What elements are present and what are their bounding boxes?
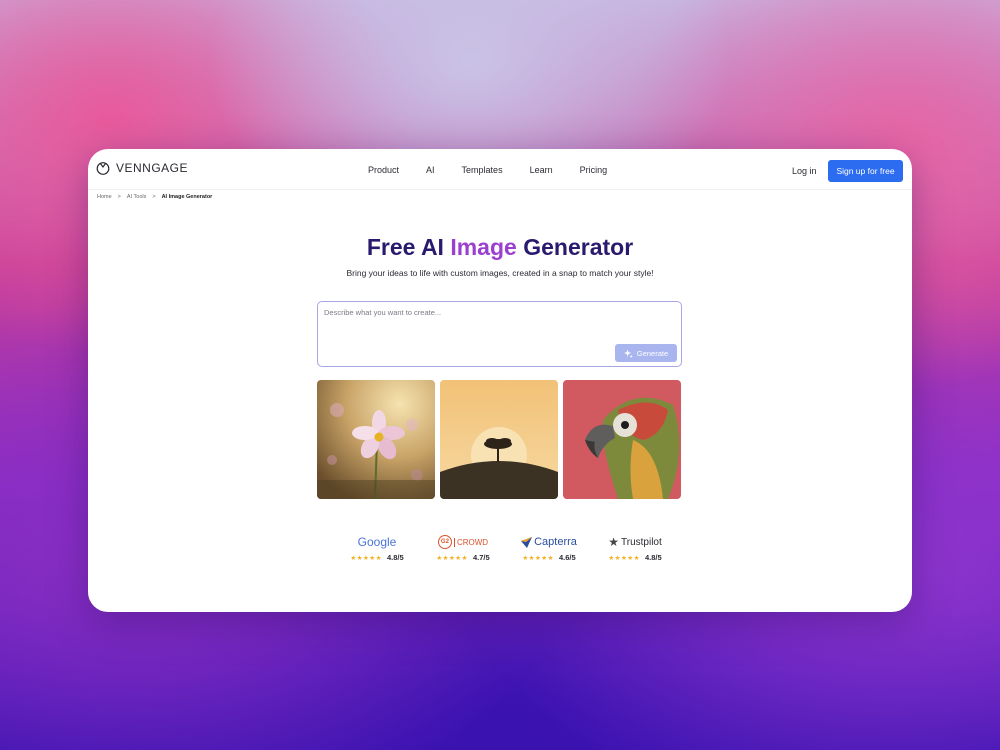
breadcrumb-separator: > (152, 194, 156, 200)
tree-sunset-image[interactable] (440, 380, 558, 499)
title-part: Free AI (366, 234, 451, 260)
g2-badge-icon: G2 (437, 535, 452, 549)
venngage-logo-icon (96, 162, 110, 175)
star-rating-icon: ★★★★★ (436, 554, 468, 562)
menu-item-templates[interactable]: Templates (462, 165, 503, 175)
top-navigation: VENNGAGE Product AI Templates Learn Pric… (88, 149, 912, 190)
rating-google[interactable]: Google ★★★★★ 4.8/5 (334, 534, 420, 562)
rating-score: 4.6/5 (558, 553, 576, 562)
rating-score: 4.7/5 (472, 553, 490, 562)
parrot-image[interactable] (563, 380, 681, 499)
brand-suffix: CROWD (453, 537, 488, 547)
browser-window: VENNGAGE Product AI Templates Learn Pric… (88, 149, 912, 612)
title-accent: Image (450, 234, 517, 260)
rating-score: 4.8/5 (644, 553, 662, 562)
logo-text: VENNGAGE (116, 161, 189, 175)
prompt-input[interactable] (322, 306, 676, 344)
rating-score: 4.8/5 (386, 553, 404, 562)
login-link[interactable]: Log in (792, 166, 817, 176)
menu-item-product[interactable]: Product (368, 165, 399, 175)
cosmos-flower-image[interactable] (317, 380, 435, 499)
capterra-arrow-icon (521, 536, 533, 548)
breadcrumb-ai-tools[interactable]: AI Tools (127, 194, 146, 200)
title-part: Generator (516, 234, 634, 260)
page-subtitle: Bring your ideas to life with custom ima… (346, 268, 654, 278)
generate-button[interactable]: Generate (615, 344, 677, 362)
signup-button[interactable]: Sign up for free (828, 160, 903, 182)
review-ratings: Google ★★★★★ 4.8/5 G2 CROWD ★★★★★ 4.7/5 (334, 534, 678, 562)
page-title: Free AI Image Generator (88, 234, 912, 261)
venngage-logo[interactable]: VENNGAGE (96, 161, 188, 175)
prompt-box: Generate (317, 301, 682, 367)
menu-item-pricing[interactable]: Pricing (580, 165, 608, 175)
star-rating-icon: ★★★★★ (522, 554, 554, 562)
trustpilot-logo: ★ Trustpilot (608, 534, 662, 550)
example-gallery (317, 380, 681, 499)
star-rating-icon: ★★★★★ (608, 554, 640, 562)
menu-item-ai[interactable]: AI (426, 165, 435, 175)
brand-name: Google (357, 535, 397, 549)
breadcrumb-separator: > (117, 194, 121, 200)
main-menu: Product AI Templates Learn Pricing (368, 165, 634, 175)
rating-g2-crowd[interactable]: G2 CROWD ★★★★★ 4.7/5 (420, 534, 506, 562)
rating-capterra[interactable]: Capterra ★★★★★ 4.6/5 (506, 534, 592, 562)
brand-name: Trustpilot (621, 536, 662, 548)
breadcrumb: Home > AI Tools > AI Image Generator (97, 194, 212, 200)
brand-name: Capterra (534, 536, 577, 548)
menu-item-learn[interactable]: Learn (530, 165, 553, 175)
breadcrumb-home[interactable]: Home (97, 194, 112, 200)
g2-crowd-logo: G2 CROWD (437, 534, 488, 550)
capterra-logo: Capterra (521, 534, 577, 550)
sparkle-icon (623, 348, 633, 358)
generate-label: Generate (636, 348, 669, 358)
rating-trustpilot[interactable]: ★ Trustpilot ★★★★★ 4.8/5 (592, 534, 678, 562)
star-rating-icon: ★★★★★ (350, 554, 382, 562)
google-logo: Google (358, 534, 397, 550)
breadcrumb-current: AI Image Generator (161, 194, 213, 200)
brand-name: G2 (440, 539, 449, 545)
trustpilot-star-icon: ★ (608, 535, 619, 549)
